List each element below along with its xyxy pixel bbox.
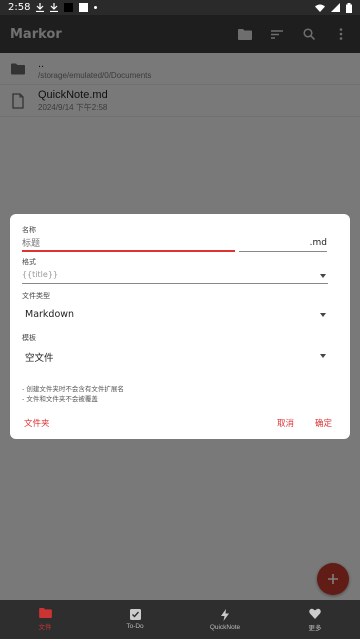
checkbox-icon [129, 609, 141, 620]
battery-icon [346, 2, 352, 13]
nav-item-todo[interactable]: To-Do [90, 600, 180, 639]
nav-label: To-Do [126, 623, 144, 630]
name-input[interactable] [22, 236, 235, 252]
signal-icon [331, 3, 340, 12]
more-notifications-dot-icon [94, 6, 98, 9]
extension-field[interactable]: .md [239, 236, 327, 252]
ok-button[interactable]: 确定 [315, 417, 332, 429]
folder-icon [38, 608, 52, 618]
file-type-select[interactable]: Markdown [22, 306, 328, 324]
notification-icon [79, 3, 89, 12]
template-label: 模板 [22, 334, 36, 342]
wifi-icon [315, 4, 325, 12]
folder-button[interactable]: 文件夹 [24, 417, 50, 429]
nav-item-more[interactable]: 更多 [270, 600, 360, 639]
status-time: 2:58 [8, 2, 31, 13]
nav-label: 文件 [38, 624, 52, 631]
download-icon [36, 3, 45, 12]
file-type-label: 文件类型 [22, 292, 50, 300]
notification-icon [64, 3, 74, 12]
heart-icon [309, 608, 321, 619]
lightning-icon [221, 608, 229, 621]
format-field[interactable]: {{title}} [22, 268, 328, 284]
hint-text: - 文件和文件夹不会被覆盖 [22, 395, 98, 403]
nav-item-files[interactable]: 文件 [0, 600, 90, 639]
nav-label: 更多 [308, 624, 322, 632]
template-value: 空文件 [25, 353, 54, 364]
cancel-button[interactable]: 取消 [277, 417, 294, 429]
hint-text: - 创建文件夹时不会含有文件扩展名 [22, 385, 124, 393]
name-label: 名称 [22, 226, 36, 234]
status-bar: 2:58 [0, 0, 360, 15]
chevron-down-icon [320, 274, 326, 278]
template-select[interactable]: 空文件 [22, 347, 328, 365]
chevron-down-icon [320, 354, 326, 358]
nav-item-quicknote[interactable]: QuickNote [180, 600, 270, 639]
bottom-navigation: 文件 To-Do QuickNote 更多 [0, 600, 360, 639]
extension-value: .md [309, 238, 327, 248]
chevron-down-icon [320, 313, 326, 317]
app-screen: 2:58 Markor [0, 0, 360, 639]
nav-label: QuickNote [209, 623, 241, 631]
file-type-value: Markdown [25, 309, 75, 320]
format-label: 格式 [22, 258, 36, 266]
format-value: {{title}} [22, 270, 58, 279]
download-icon [50, 3, 59, 12]
